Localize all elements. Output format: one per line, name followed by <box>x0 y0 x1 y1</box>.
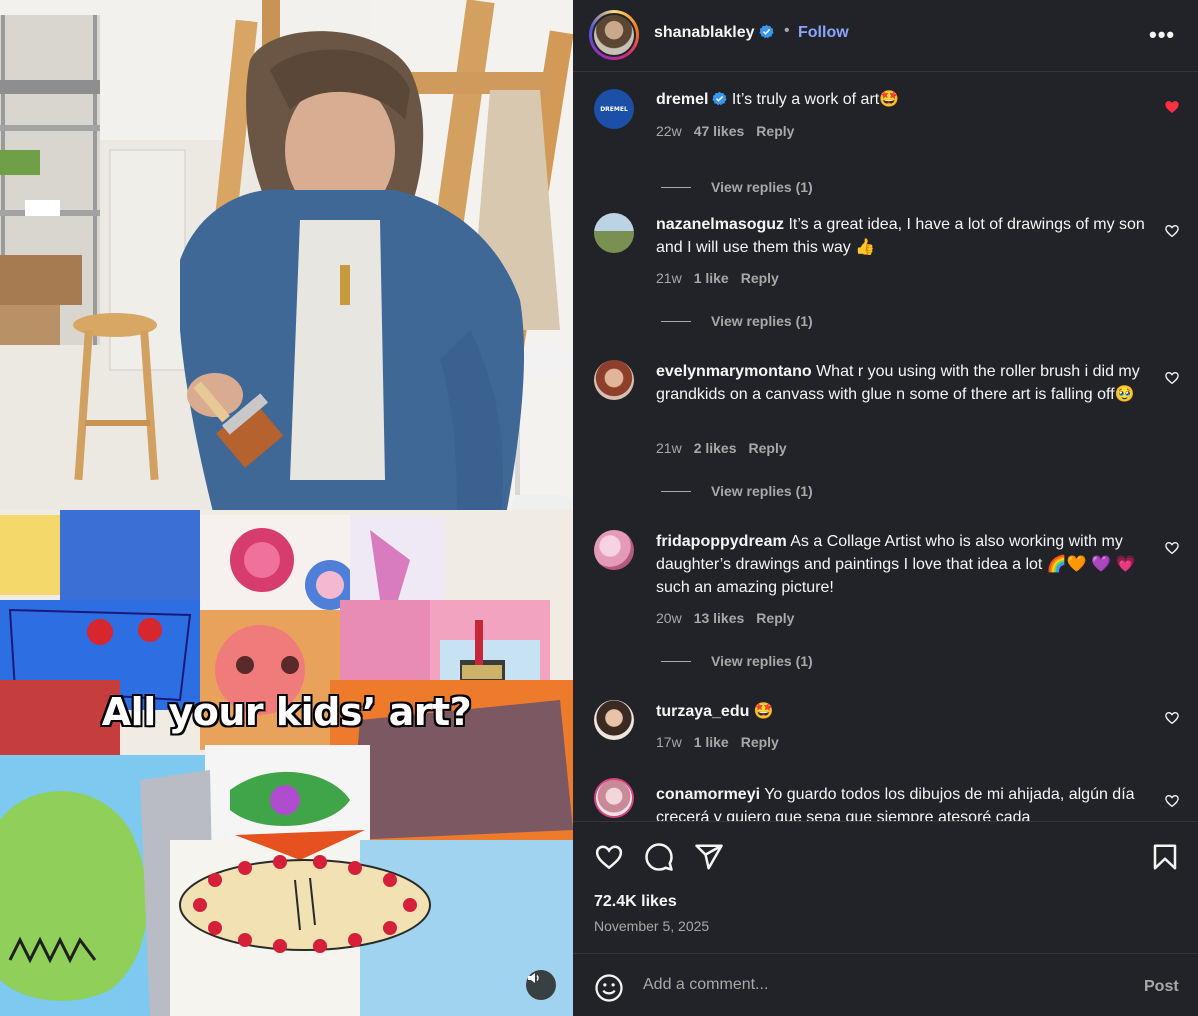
post-actions-footer: 72.4K likes November 5, 2025 Post <box>573 821 1198 1016</box>
comment-text: nazanelmasoguz It’s a great idea, I have… <box>656 213 1146 259</box>
like-comment-heart-icon[interactable] <box>1164 540 1180 556</box>
view-replies-button[interactable]: View replies (1) <box>661 179 813 195</box>
bookmark-icon[interactable] <box>1150 842 1180 872</box>
more-options-icon: ••• <box>1149 22 1176 47</box>
dremel-logo: DREMEL <box>600 105 628 113</box>
video-caption-overlay: All your kids’ art? <box>101 690 472 734</box>
comment-age: 22w <box>656 123 682 139</box>
commenter-avatar[interactable] <box>594 213 634 253</box>
separator-dot: • <box>784 22 790 39</box>
view-replies-button[interactable]: View replies (1) <box>661 483 813 499</box>
comment-content: 🤩 <box>753 703 774 720</box>
comment-age: 20w <box>656 610 682 626</box>
comment-meta: 20w 13 likes Reply <box>656 610 806 626</box>
comment-input[interactable] <box>643 976 1113 994</box>
author-avatar[interactable] <box>589 10 639 60</box>
commenter-username[interactable]: fridapoppydream <box>656 533 787 550</box>
view-replies-label: View replies (1) <box>711 653 813 669</box>
commenter-username[interactable]: evelynmarymontano <box>656 363 812 380</box>
emoji-icon[interactable] <box>594 973 624 1003</box>
commenter-username[interactable]: conamormeyi <box>656 786 760 803</box>
liked-heart-icon[interactable] <box>1164 99 1180 115</box>
commenter-username[interactable]: turzaya_edu <box>656 703 749 720</box>
reply-button[interactable]: Reply <box>756 123 794 139</box>
reply-button[interactable]: Reply <box>741 734 779 750</box>
comment-text: conamormeyi Yo guardo todos los dibujos … <box>656 783 1146 821</box>
comment-likes-link[interactable]: 1 like <box>694 270 729 286</box>
like-comment-heart-icon[interactable] <box>1164 710 1180 726</box>
author-username-link[interactable]: shanablakley <box>654 24 774 42</box>
comment-text: turzaya_edu 🤩 <box>656 700 1146 723</box>
comment-meta: 21w 2 likes Reply <box>656 440 799 456</box>
reply-button[interactable]: Reply <box>756 610 794 626</box>
mute-toggle-button[interactable] <box>526 970 556 1000</box>
share-icon[interactable] <box>694 842 724 872</box>
comment-age: 21w <box>656 440 682 456</box>
commenter-username[interactable]: dremel <box>656 91 708 108</box>
comment-text: dremel It’s truly a work of art🤩 <box>656 88 1146 111</box>
comment-text: fridapoppydream As a Collage Artist who … <box>656 530 1146 599</box>
commenter-avatar[interactable] <box>594 700 634 740</box>
comment-meta: 17w 1 like Reply <box>656 734 791 750</box>
comment-meta: 22w 47 likes Reply <box>656 123 806 139</box>
comment-likes-link[interactable]: 47 likes <box>694 123 745 139</box>
comment-likes-link[interactable]: 2 likes <box>694 440 737 456</box>
video-frame <box>0 0 573 1016</box>
verified-badge-icon <box>758 24 774 39</box>
comment-age: 17w <box>656 734 682 750</box>
add-comment-bar: Post <box>573 953 1198 1016</box>
post-details-panel: shanablakley • Follow ••• DREMEL dremel … <box>573 0 1198 1016</box>
view-replies-button[interactable]: View replies (1) <box>661 653 813 669</box>
view-replies-label: View replies (1) <box>711 313 813 329</box>
instagram-post-modal: All your kids’ art? shanablakley • Follo… <box>0 0 1198 1016</box>
post-header: shanablakley • Follow ••• <box>573 0 1198 72</box>
view-replies-button[interactable]: View replies (1) <box>661 313 813 329</box>
post-date[interactable]: November 5, 2025 <box>594 918 709 934</box>
comment-content: It’s truly a work of art🤩 <box>731 91 900 108</box>
follow-button[interactable]: Follow <box>798 24 849 42</box>
verified-badge-icon <box>712 91 728 106</box>
like-comment-heart-icon[interactable] <box>1164 793 1180 809</box>
commenter-avatar[interactable] <box>594 778 634 818</box>
comment-likes-link[interactable]: 13 likes <box>694 610 745 626</box>
like-comment-heart-icon[interactable] <box>1164 370 1180 386</box>
commenter-avatar[interactable] <box>594 530 634 570</box>
likes-count-link[interactable]: 72.4K likes <box>594 893 677 911</box>
commenter-avatar[interactable] <box>594 360 634 400</box>
comment-age: 21w <box>656 270 682 286</box>
comment-likes-link[interactable]: 1 like <box>694 734 729 750</box>
like-comment-heart-icon[interactable] <box>1164 223 1180 239</box>
comment-icon[interactable] <box>644 842 674 872</box>
post-comment-button[interactable]: Post <box>1144 978 1179 996</box>
post-media-video[interactable]: All your kids’ art? <box>0 0 573 1016</box>
heart-icon[interactable] <box>594 842 624 872</box>
comment-text: evelynmarymontano What r you using with … <box>656 360 1146 406</box>
author-username: shanablakley <box>654 24 755 41</box>
speaker-icon <box>528 973 539 983</box>
view-replies-label: View replies (1) <box>711 483 813 499</box>
reply-button[interactable]: Reply <box>741 270 779 286</box>
comments-list[interactable]: DREMEL dremel It’s truly a work of art🤩 … <box>573 73 1198 821</box>
commenter-username[interactable]: nazanelmasoguz <box>656 216 784 233</box>
comment-meta: 21w 1 like Reply <box>656 270 791 286</box>
reply-button[interactable]: Reply <box>749 440 787 456</box>
view-replies-label: View replies (1) <box>711 179 813 195</box>
commenter-avatar[interactable]: DREMEL <box>594 89 634 129</box>
more-options-button[interactable]: ••• <box>1149 22 1175 48</box>
